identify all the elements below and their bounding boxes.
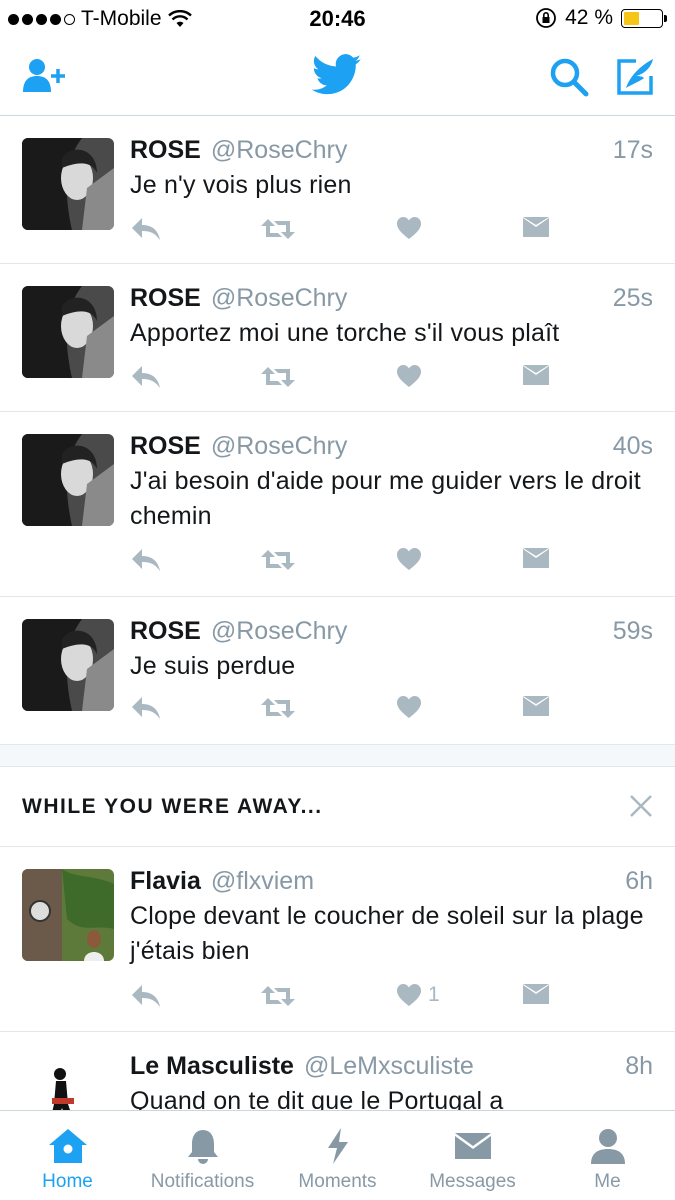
tweet-text: J'ai besoin d'aide pour me guider vers l… xyxy=(130,467,641,530)
bell-icon xyxy=(187,1130,218,1164)
like-icon[interactable] xyxy=(396,216,428,240)
twitter-bird-icon[interactable] xyxy=(312,54,362,96)
reply-icon[interactable] xyxy=(130,547,162,573)
avatar[interactable] xyxy=(22,138,114,230)
tab-label: Notifications xyxy=(150,1171,255,1192)
retweet-icon[interactable] xyxy=(260,547,296,573)
reply-icon[interactable] xyxy=(130,216,162,242)
tweet-timestamp: 17s xyxy=(612,136,653,164)
tweet-timestamp: 40s xyxy=(612,432,653,460)
tab-label: Home xyxy=(42,1171,93,1192)
reply-icon[interactable] xyxy=(130,364,162,390)
timeline: ROSE @RoseChry 17s Je n'y vois plus rien… xyxy=(0,116,675,1152)
author-handle[interactable]: @RoseChry xyxy=(211,282,348,314)
reply-icon[interactable] xyxy=(130,695,162,721)
direct-message-icon[interactable] xyxy=(522,695,550,717)
tab-home[interactable]: Home xyxy=(0,1111,135,1200)
section-divider xyxy=(0,745,675,767)
tab-label: Moments xyxy=(298,1171,377,1192)
tweet[interactable]: ROSE @RoseChry 40s J'ai besoin d'aide po… xyxy=(0,412,675,597)
tweet-text: Apportez moi une torche s'il vous plaît xyxy=(130,319,560,347)
person-icon xyxy=(590,1129,625,1164)
author-handle[interactable]: @RoseChry xyxy=(211,430,348,462)
avatar[interactable] xyxy=(22,434,114,526)
like-icon[interactable] xyxy=(396,695,428,719)
section-title: WHILE YOU WERE AWAY... xyxy=(22,795,323,818)
tab-notifications[interactable]: Notifications xyxy=(135,1111,270,1200)
tweet-actions: 1 xyxy=(130,983,560,1015)
tweet-timestamp: 25s xyxy=(612,284,653,312)
direct-message-icon[interactable] xyxy=(522,547,550,569)
author-name[interactable]: Le Masculiste xyxy=(130,1050,294,1082)
author-handle[interactable]: @flxviem xyxy=(211,865,314,897)
author-handle[interactable]: @RoseChry xyxy=(211,615,348,647)
author-name[interactable]: Flavia xyxy=(130,865,201,897)
tweet-timestamp: 59s xyxy=(612,617,653,645)
like-icon[interactable]: 1 xyxy=(396,983,440,1007)
status-bar: T-Mobile 20:46 42 % xyxy=(0,0,675,38)
direct-message-icon[interactable] xyxy=(522,216,550,238)
home-icon xyxy=(48,1129,87,1163)
tweet[interactable]: Flavia @flxviem 6h Clope devant le couch… xyxy=(0,847,675,1032)
tab-label: Me xyxy=(594,1171,621,1192)
orientation-lock-icon xyxy=(536,8,557,28)
tab-moments[interactable]: Moments xyxy=(270,1111,405,1200)
author-handle[interactable]: @LeMxsculiste xyxy=(304,1050,474,1082)
tab-label: Messages xyxy=(429,1171,516,1192)
tweet[interactable]: ROSE @RoseChry 17s Je n'y vois plus rien xyxy=(0,116,675,264)
author-name[interactable]: ROSE xyxy=(130,134,201,166)
tweet-timestamp: 6h xyxy=(625,867,653,895)
retweet-icon[interactable] xyxy=(260,695,296,721)
tweet-content: ROSE @RoseChry 25s Apportez moi une torc… xyxy=(130,282,653,351)
while-you-were-away-header: WHILE YOU WERE AWAY... xyxy=(0,767,675,847)
battery-percentage: 42 % xyxy=(565,6,613,29)
envelope-icon xyxy=(454,1133,491,1159)
avatar[interactable] xyxy=(22,619,114,711)
add-user-icon[interactable] xyxy=(22,56,68,96)
like-count: 1 xyxy=(428,983,440,1006)
tweet-text: Clope devant le coucher de soleil sur la… xyxy=(130,902,644,965)
tab-me[interactable]: Me xyxy=(540,1111,675,1200)
tweet-content: Le Masculiste @LeMxsculiste 8h Quand on … xyxy=(130,1050,653,1119)
tweet-text: Je n'y vois plus rien xyxy=(130,171,352,199)
battery-icon xyxy=(621,8,667,28)
like-icon[interactable] xyxy=(396,547,428,571)
tweet-actions xyxy=(130,695,560,727)
tweet-actions xyxy=(130,547,560,579)
retweet-icon[interactable] xyxy=(260,216,296,242)
tweet-actions xyxy=(130,364,560,396)
tweet-content: ROSE @RoseChry 59s Je suis perdue xyxy=(130,615,653,684)
avatar[interactable] xyxy=(22,869,114,961)
direct-message-icon[interactable] xyxy=(522,364,550,386)
top-navigation-bar xyxy=(0,38,675,116)
tweet-text: Je suis perdue xyxy=(130,652,296,680)
reply-icon[interactable] xyxy=(130,983,162,1009)
bottom-tab-bar: Home Notifications Moments Messages Me xyxy=(0,1110,675,1200)
retweet-icon[interactable] xyxy=(260,983,296,1009)
author-handle[interactable]: @RoseChry xyxy=(211,134,348,166)
author-name[interactable]: ROSE xyxy=(130,430,201,462)
avatar[interactable] xyxy=(22,286,114,378)
tweet[interactable]: ROSE @RoseChry 25s Apportez moi une torc… xyxy=(0,264,675,412)
tweet-content: ROSE @RoseChry 17s Je n'y vois plus rien xyxy=(130,134,653,203)
tweet-actions xyxy=(130,216,560,248)
search-icon[interactable] xyxy=(548,56,590,98)
author-name[interactable]: ROSE xyxy=(130,282,201,314)
like-icon[interactable] xyxy=(396,364,428,388)
lightning-icon xyxy=(327,1128,348,1164)
tweet-content: Flavia @flxviem 6h Clope devant le couch… xyxy=(130,865,653,969)
tweet[interactable]: ROSE @RoseChry 59s Je suis perdue xyxy=(0,597,675,745)
tweet-content: ROSE @RoseChry 40s J'ai besoin d'aide po… xyxy=(130,430,653,534)
direct-message-icon[interactable] xyxy=(522,983,550,1005)
tweet-timestamp: 8h xyxy=(625,1052,653,1080)
tab-messages[interactable]: Messages xyxy=(405,1111,540,1200)
author-name[interactable]: ROSE xyxy=(130,615,201,647)
compose-icon[interactable] xyxy=(614,56,656,98)
battery-area: 42 % xyxy=(535,6,667,30)
retweet-icon[interactable] xyxy=(260,364,296,390)
close-icon[interactable] xyxy=(629,794,653,818)
